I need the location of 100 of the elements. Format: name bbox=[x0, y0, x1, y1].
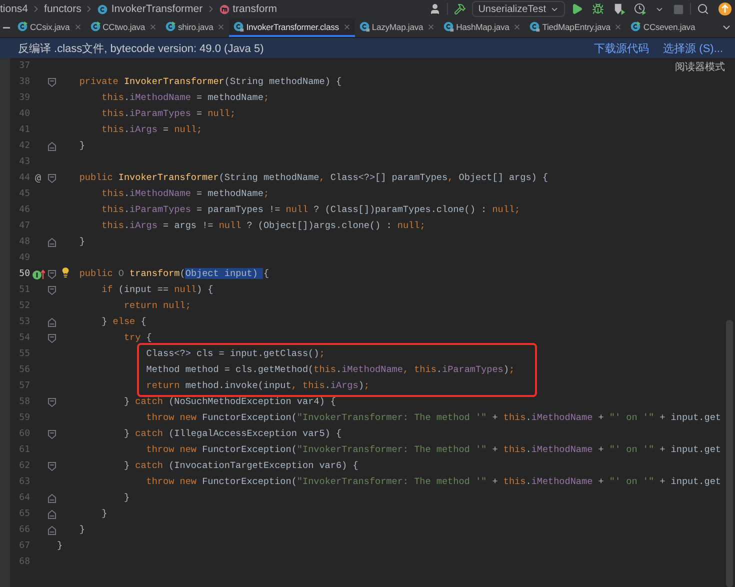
fold-icon[interactable] bbox=[48, 462, 56, 470]
code-line: } bbox=[100, 507, 108, 521]
hammer-icon[interactable] bbox=[454, 3, 466, 15]
code-line: public InvokerTransformer(String methodName, Class<?>[] paramTypes, Object[] args) { bbox=[78, 171, 548, 185]
fold-icon[interactable] bbox=[48, 494, 56, 502]
code-line: } catch (InvocationTargetException var6) { bbox=[122, 459, 358, 473]
line-number: 57 bbox=[18, 381, 30, 391]
class-icon bbox=[233, 21, 244, 32]
implements-icon[interactable] bbox=[32, 268, 44, 280]
line-number: 47 bbox=[18, 221, 30, 231]
class-icon bbox=[17, 21, 28, 32]
close-icon[interactable] bbox=[74, 22, 82, 30]
editor-tab[interactable]: TiedMapEntry.java bbox=[525, 18, 626, 37]
class-icon bbox=[165, 21, 176, 32]
line-number: 55 bbox=[18, 349, 30, 359]
search-icon[interactable] bbox=[697, 3, 709, 15]
breadcrumb[interactable]: transform bbox=[232, 3, 277, 15]
code-line: return method.invoke(input, this.iArgs); bbox=[145, 379, 370, 393]
class-icon bbox=[90, 21, 101, 32]
reader-mode-label[interactable]: 阅读器模式 bbox=[675, 60, 725, 74]
code-line: this.iParamTypes = paramTypes != null ? (Class[])paramTypes.clone() : null; bbox=[100, 203, 520, 217]
line-number: 43 bbox=[18, 157, 30, 167]
line-number: 61 bbox=[18, 445, 30, 455]
line-number: 40 bbox=[18, 109, 30, 119]
line-number: 56 bbox=[18, 365, 30, 375]
editor-tab[interactable]: LazyMap.java bbox=[354, 18, 440, 37]
code-line: this.iParamTypes = null; bbox=[100, 107, 236, 121]
scrollbar-thumb[interactable] bbox=[726, 320, 733, 587]
run-config-dropdown[interactable]: UnserializeTest bbox=[472, 1, 565, 17]
code-line: } bbox=[122, 491, 130, 505]
code-line: private InvokerTransformer(String methodName) { bbox=[78, 75, 342, 89]
code-line: throw new FunctorException("InvokerTransformer: The method '" + this.iMethodName + "' on '" + input.get bbox=[145, 443, 721, 457]
fold-icon[interactable] bbox=[48, 526, 56, 534]
coverage-icon[interactable] bbox=[613, 3, 625, 15]
profiler-icon[interactable] bbox=[634, 3, 646, 15]
line-number: 42 bbox=[18, 141, 30, 151]
fold-icon[interactable] bbox=[48, 430, 56, 438]
fold-icon[interactable] bbox=[48, 510, 56, 518]
fold-icon[interactable] bbox=[48, 142, 56, 150]
editor-tab[interactable]: CCseven.java bbox=[626, 18, 700, 37]
stop-icon[interactable] bbox=[673, 4, 684, 14]
close-icon[interactable] bbox=[342, 22, 351, 30]
debug-icon[interactable] bbox=[592, 3, 604, 15]
gutter-marker[interactable]: @ bbox=[34, 172, 42, 184]
code-line: if (input == null) { bbox=[100, 283, 214, 297]
line-number: 39 bbox=[18, 93, 30, 103]
code-line: this.iArgs = null; bbox=[100, 123, 202, 137]
run-icon[interactable] bbox=[571, 3, 583, 15]
code-line: } catch (NoSuchMethodException var4) { bbox=[122, 395, 336, 409]
class-icon bbox=[97, 4, 108, 14]
close-icon[interactable] bbox=[427, 22, 436, 30]
code-line: } bbox=[78, 235, 85, 249]
line-number: 51 bbox=[18, 285, 30, 295]
editor-tab[interactable]: HashMap.java bbox=[439, 18, 526, 37]
line-number: 63 bbox=[18, 477, 30, 487]
close-icon[interactable] bbox=[513, 22, 522, 30]
line-number: 41 bbox=[18, 125, 30, 135]
code-line: public O transform(Object input) { bbox=[78, 267, 270, 281]
user-icon[interactable] bbox=[429, 3, 442, 15]
close-icon[interactable] bbox=[217, 22, 226, 30]
update-icon[interactable] bbox=[718, 2, 732, 16]
line-number: 65 bbox=[18, 509, 30, 519]
fold-icon[interactable] bbox=[48, 318, 56, 326]
code-line: throw new FunctorException("InvokerTransformer: The method '" + this.iMethodName + "' on '" + input.get bbox=[145, 475, 721, 489]
fold-icon[interactable] bbox=[48, 78, 56, 86]
code-line: } catch (IllegalAccessException var5) { bbox=[122, 427, 342, 441]
banner-link[interactable]: 选择源 (S)... bbox=[663, 40, 723, 56]
line-number: 38 bbox=[18, 77, 30, 87]
lightbulb-icon[interactable] bbox=[60, 267, 71, 278]
breadcrumb[interactable]: InvokerTransformer bbox=[111, 3, 203, 15]
line-number: 68 bbox=[18, 557, 30, 567]
close-icon[interactable] bbox=[149, 22, 158, 30]
fold-icon[interactable] bbox=[48, 334, 56, 342]
code-line: throw new FunctorException("InvokerTransformer: The method '" + this.iMethodName + "' on '" + input.get bbox=[145, 411, 721, 425]
banner-message: 反编译 .class文件, bytecode version: 49.0 (Java 5) bbox=[18, 42, 264, 56]
code-line: this.iMethodName = methodName; bbox=[100, 91, 270, 105]
breadcrumb[interactable]: tions4 bbox=[0, 3, 28, 15]
fold-icon[interactable] bbox=[48, 398, 56, 406]
fold-icon[interactable] bbox=[48, 286, 56, 294]
banner-link[interactable]: 下载源代码 bbox=[594, 40, 650, 56]
editor-tab[interactable]: InvokerTransformer.class bbox=[229, 18, 355, 37]
breadcrumb[interactable]: functors bbox=[44, 3, 82, 15]
class-icon bbox=[630, 21, 642, 32]
code-line: return null; bbox=[122, 299, 191, 313]
code-line: } bbox=[57, 539, 63, 553]
editor-tab[interactable]: shiro.java bbox=[161, 18, 230, 37]
fold-icon[interactable] bbox=[48, 238, 56, 246]
class-icon bbox=[358, 21, 370, 32]
fold-icon[interactable] bbox=[48, 270, 56, 278]
minus-icon[interactable] bbox=[3, 26, 10, 28]
line-number: 52 bbox=[18, 301, 30, 311]
editor-tab[interactable]: CCtwo.java bbox=[86, 18, 162, 37]
line-number: 48 bbox=[18, 237, 30, 247]
code-line: } else { bbox=[100, 315, 146, 329]
code-line: } bbox=[78, 139, 85, 153]
line-number: 53 bbox=[18, 317, 30, 327]
line-number: 50 bbox=[18, 269, 30, 279]
editor-tab[interactable]: CCsix.java bbox=[13, 18, 86, 37]
fold-icon[interactable] bbox=[48, 174, 56, 182]
close-icon[interactable] bbox=[614, 22, 622, 30]
